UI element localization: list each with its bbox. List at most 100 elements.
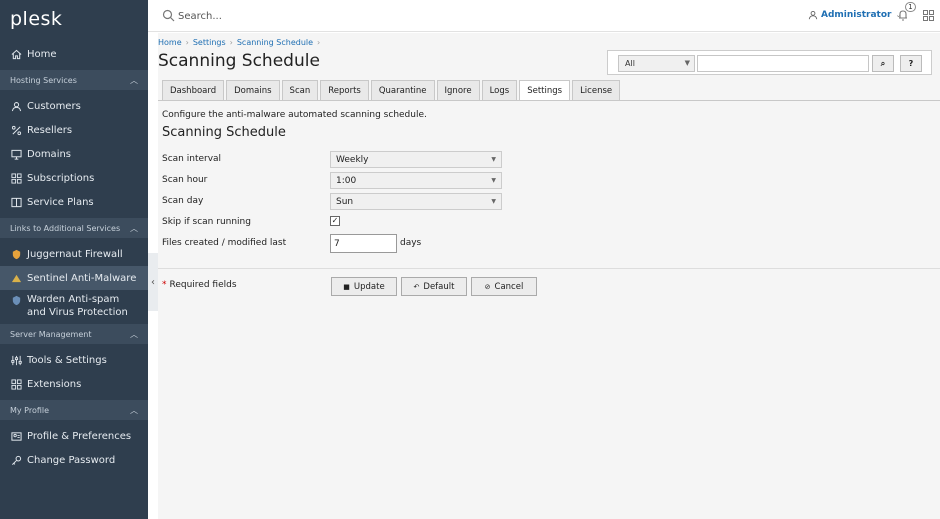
sidebar-item-change-password[interactable]: Change Password <box>0 448 148 472</box>
notification-count-badge: 1 <box>905 2 916 12</box>
sidebar-item-sentinel-anti-malware[interactable]: Sentinel Anti-Malware <box>0 266 148 290</box>
tabs-divider <box>158 100 940 101</box>
chevron-up-icon: ︿ <box>130 75 138 85</box>
page-description: Configure the anti-malware automated sca… <box>162 110 427 120</box>
page-title: Scanning Schedule <box>158 51 320 71</box>
section-my-profile[interactable]: My Profile ︿ <box>0 400 148 420</box>
tab-domains[interactable]: Domains <box>226 80 280 100</box>
sidebar-item-label: Juggernaut Firewall <box>27 248 123 260</box>
scan-interval-value: Weekly <box>336 154 369 165</box>
breadcrumb-scanning-schedule[interactable]: Scanning Schedule <box>237 38 313 47</box>
tab-dashboard[interactable]: Dashboard <box>162 80 225 100</box>
sidebar-item-label: Customers <box>27 100 81 112</box>
section-title: My Profile <box>10 405 50 415</box>
section-server-management[interactable]: Server Management ︿ <box>0 324 148 344</box>
sidebar-collapse-toggle[interactable]: ‹ <box>148 253 158 311</box>
tab-quarantine[interactable]: Quarantine <box>370 80 435 100</box>
help-icon: ? <box>908 59 914 68</box>
days-unit-label: days <box>400 238 422 248</box>
required-fields-text: Required fields <box>169 280 237 290</box>
skip-if-running-label: Skip if scan running <box>162 217 251 227</box>
tab-scan[interactable]: Scan <box>281 80 319 100</box>
checkmark-icon: ✓ <box>331 216 339 225</box>
required-fields-note: * Required fields <box>162 280 237 290</box>
files-modified-days-input[interactable]: 7 <box>330 234 397 253</box>
skip-if-running-checkbox[interactable]: ✓ <box>330 216 340 226</box>
tabs: Dashboard Domains Scan Reports Quarantin… <box>162 80 622 101</box>
scan-hour-select[interactable]: 1:00 ▼ <box>330 172 502 189</box>
update-button-label: Update <box>353 281 385 292</box>
sidebar-item-label: Change Password <box>27 454 116 466</box>
sentinel-icon <box>10 272 22 284</box>
help-button[interactable]: ? <box>900 55 922 72</box>
sidebar-item-warden[interactable]: Warden Anti-spam and Virus Protection <box>0 290 148 320</box>
sidebar-item-label: Tools & Settings <box>27 354 107 366</box>
filter-select-value: All <box>625 59 635 68</box>
search-icon: ⌕ <box>880 58 886 68</box>
percent-icon <box>10 124 22 136</box>
cancel-button[interactable]: ⊘ Cancel <box>471 277 537 296</box>
sidebar-item-label: Sentinel Anti-Malware <box>27 272 137 284</box>
sidebar-item-resellers[interactable]: Resellers <box>0 118 148 142</box>
chevron-up-icon: ︿ <box>130 405 138 415</box>
form-divider <box>158 268 940 269</box>
dropdown-arrow-icon: ▼ <box>491 177 496 184</box>
sidebar-item-juggernaut-firewall[interactable]: Juggernaut Firewall <box>0 242 148 266</box>
search-button[interactable]: ⌕ <box>872 55 894 72</box>
search-icon <box>162 9 175 22</box>
main-content: Home › Settings › Scanning Schedule › Scann… <box>158 33 940 519</box>
tab-license[interactable]: License <box>572 80 621 100</box>
section-title: Hosting Services <box>10 75 77 85</box>
user-menu[interactable]: Administrator ⌄ <box>808 10 901 20</box>
tab-ignore[interactable]: Ignore <box>436 80 480 100</box>
update-button[interactable]: ■ Update <box>331 277 397 296</box>
tab-settings[interactable]: Settings <box>519 80 571 101</box>
section-hosting-services[interactable]: Hosting Services ︿ <box>0 70 148 90</box>
sidebar-nav: Home Hosting Services ︿ Customers Resell… <box>0 42 148 472</box>
user-name: Administrator <box>821 10 892 20</box>
sidebar-item-label: Domains <box>27 148 72 160</box>
chevron-up-icon: ︿ <box>130 329 138 339</box>
sidebar-item-profile-preferences[interactable]: Profile & Preferences <box>0 424 148 448</box>
chevron-up-icon: ︿ <box>130 223 138 233</box>
files-modified-label: Files created / modified last <box>162 238 287 248</box>
dropdown-arrow-icon: ▼ <box>491 198 496 205</box>
tab-logs[interactable]: Logs <box>481 80 518 100</box>
sidebar-item-label: Extensions <box>27 378 82 390</box>
breadcrumb-settings[interactable]: Settings <box>193 38 226 47</box>
user-icon <box>808 10 818 20</box>
scan-hour-label: Scan hour <box>162 175 208 185</box>
grid-icon <box>10 172 22 184</box>
apps-grid-icon[interactable] <box>923 10 934 21</box>
scan-day-label: Scan day <box>162 196 204 206</box>
filter-select[interactable]: All ▼ <box>618 55 695 72</box>
sidebar-item-label: Subscriptions <box>27 172 95 184</box>
sidebar-item-tools-settings[interactable]: Tools & Settings <box>0 348 148 372</box>
sidebar-item-service-plans[interactable]: Service Plans <box>0 190 148 214</box>
default-button-label: Default <box>423 281 455 292</box>
sidebar-item-extensions[interactable]: Extensions <box>0 372 148 396</box>
dropdown-arrow-icon: ▼ <box>491 156 496 163</box>
scan-interval-select[interactable]: Weekly ▼ <box>330 151 502 168</box>
default-button[interactable]: ↶ Default <box>401 277 467 296</box>
sidebar: plesk Home Hosting Services ︿ Customers … <box>0 0 148 519</box>
breadcrumb-home[interactable]: Home <box>158 38 182 47</box>
tab-reports[interactable]: Reports <box>320 80 369 100</box>
scan-day-select[interactable]: Sun ▼ <box>330 193 502 210</box>
sliders-icon <box>10 354 22 366</box>
sidebar-item-domains[interactable]: Domains <box>0 142 148 166</box>
extensions-icon <box>10 378 22 390</box>
save-icon: ■ <box>343 282 350 291</box>
book-icon <box>10 196 22 208</box>
plesk-logo[interactable]: plesk <box>10 8 62 30</box>
monitor-icon <box>10 148 22 160</box>
firewall-icon <box>10 248 22 260</box>
sidebar-item-customers[interactable]: Customers <box>0 94 148 118</box>
sidebar-item-label: Profile & Preferences <box>27 430 132 442</box>
section-additional-services[interactable]: Links to Additional Services ︿ <box>0 218 148 238</box>
sidebar-item-subscriptions[interactable]: Subscriptions <box>0 166 148 190</box>
sidebar-item-home[interactable]: Home <box>0 42 148 66</box>
breadcrumb-separator: › <box>185 38 189 47</box>
filter-search-input[interactable] <box>697 55 869 72</box>
global-search-input[interactable] <box>178 8 378 24</box>
